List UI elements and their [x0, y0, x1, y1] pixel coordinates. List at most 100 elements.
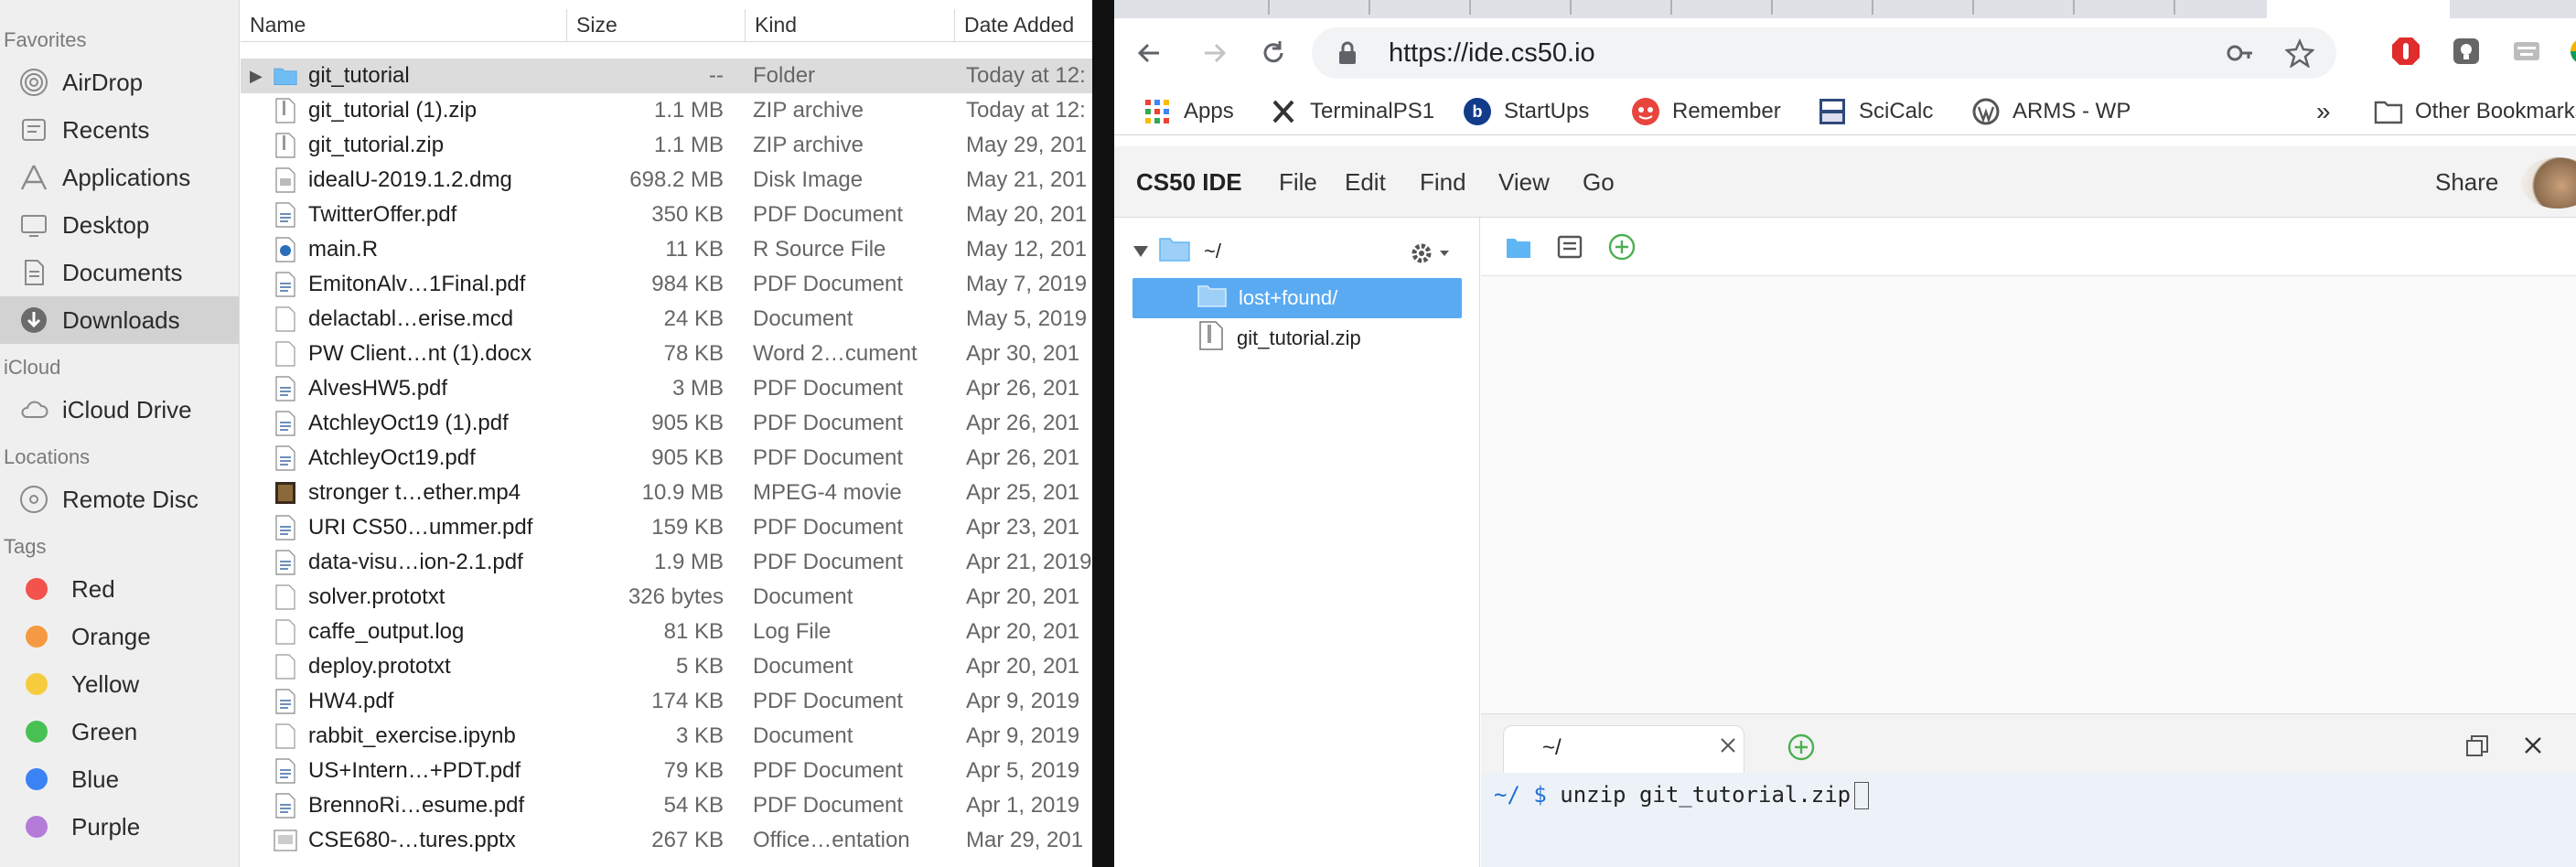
new-file-icon[interactable]: [1556, 234, 1583, 264]
close-icon[interactable]: [1720, 737, 1736, 758]
file-row[interactable]: ▶ git_tutorial -- Folder Today at 12:: [241, 59, 1092, 93]
file-size: 174 KB: [651, 689, 724, 713]
maximize-icon[interactable]: [2465, 734, 2489, 763]
browser-tab[interactable]: [2175, 0, 2276, 15]
menu-edit[interactable]: Edit: [1345, 146, 1386, 218]
file-row[interactable]: CSE680-…tures.pptx 267 KB Office…entation M…: [241, 823, 1092, 858]
file-row[interactable]: stronger t…ether.mp4 10.9 MB MPEG-4 movie A…: [241, 476, 1092, 510]
editor-area[interactable]: [1481, 218, 2576, 713]
browser-tab[interactable]: [1370, 0, 1471, 15]
tree-item-git-tutorial-zip[interactable]: git_tutorial.zip: [1198, 319, 1361, 358]
browser-tab[interactable]: [1270, 0, 1370, 15]
back-button[interactable]: [1129, 33, 1169, 73]
document-icon: [274, 340, 297, 368]
disclosure-triangle-icon[interactable]: ▶: [250, 67, 274, 86]
menu-view[interactable]: View: [1498, 146, 1550, 218]
file-row[interactable]: AtchleyOct19 (1).pdf 905 KB PDF Document Ap…: [241, 406, 1092, 441]
file-row[interactable]: caffe_output.log 81 KB Log File Apr 20, 201: [241, 615, 1092, 649]
disk-image-icon: [274, 166, 297, 194]
sidebar-item-remote-disc[interactable]: Remote Disc: [0, 476, 239, 523]
file-row[interactable]: rabbit_exercise.ipynb 3 KB Document Apr 9, …: [241, 719, 1092, 754]
star-icon[interactable]: [2284, 37, 2315, 72]
file-name-cell: CSE680-…tures.pptx: [241, 827, 567, 854]
sidebar-item-icloud-drive[interactable]: iCloud Drive: [0, 386, 239, 434]
file-row[interactable]: main.R 11 KB R Source File May 12, 201: [241, 232, 1092, 267]
keyboard-extension-icon[interactable]: [2508, 33, 2545, 70]
file-row[interactable]: data-visu…ion-2.1.pdf 1.9 MB PDF Document A…: [241, 545, 1092, 580]
file-row[interactable]: git_tutorial (1).zip 1.1 MB ZIP archive Tod…: [241, 93, 1092, 128]
file-row[interactable]: git_tutorial.zip 1.1 MB ZIP archive May 29,…: [241, 128, 1092, 163]
browser-tab[interactable]: [1471, 0, 1572, 15]
browser-tab[interactable]: [1873, 0, 1974, 15]
sidebar-item-desktop[interactable]: Desktop: [0, 201, 239, 249]
bookmarks-overflow-button[interactable]: »: [2316, 95, 2331, 128]
gear-icon[interactable]: [1409, 240, 1451, 272]
address-bar[interactable]: https://ide.cs50.io: [1312, 27, 2336, 79]
active-tab[interactable]: [2267, 0, 2450, 18]
sidebar-item-airdrop[interactable]: AirDrop: [0, 59, 239, 106]
file-row[interactable]: HW4.pdf 174 KB PDF Document Apr 9, 2019: [241, 684, 1092, 719]
terminal-tab[interactable]: ~/: [1503, 725, 1744, 773]
file-name: deploy.prototxt: [308, 654, 451, 679]
user-avatar[interactable]: [2521, 157, 2576, 209]
file-kind: Document: [753, 654, 853, 679]
file-row[interactable]: solver.prototxt 326 bytes Document Apr 20, …: [241, 580, 1092, 615]
file-row[interactable]: AlvesHW5.pdf 3 MB PDF Document Apr 26, 201: [241, 371, 1092, 406]
column-header-date-added[interactable]: Date Added: [955, 9, 1092, 42]
tag-green[interactable]: Green: [0, 708, 239, 755]
tag-yellow[interactable]: Yellow: [0, 660, 239, 708]
tag-blue[interactable]: Blue: [0, 755, 239, 803]
browser-tab[interactable]: [1773, 0, 1873, 15]
file-row[interactable]: PW Client…nt (1).docx 78 KB Word 2…cument A…: [241, 337, 1092, 371]
tag-red[interactable]: Red: [0, 565, 239, 613]
tag-orange[interactable]: Orange: [0, 613, 239, 660]
key-icon[interactable]: [2227, 40, 2254, 70]
other-bookmarks[interactable]: Other Bookmarks: [2373, 95, 2576, 128]
terminal-body[interactable]: ~/ $ unzip git_tutorial.zip: [1481, 773, 2576, 867]
browser-tab[interactable]: [2075, 0, 2175, 15]
file-row[interactable]: EmitonAlv…1Final.pdf 984 KB PDF Document Ma…: [241, 267, 1092, 302]
sidebar-item-downloads[interactable]: Downloads: [0, 296, 239, 344]
adblock-extension-icon[interactable]: [2388, 33, 2424, 70]
column-header-size[interactable]: Size: [567, 9, 746, 42]
sidebar-item-applications[interactable]: Applications: [0, 154, 239, 201]
tag-purple[interactable]: Purple: [0, 803, 239, 851]
browser-tab[interactable]: [1672, 0, 1773, 15]
new-folder-icon[interactable]: [1505, 236, 1532, 264]
browser-tab[interactable]: [1974, 0, 2075, 15]
file-row[interactable]: US+Intern…+PDT.pdf 79 KB PDF Document Apr 5…: [241, 754, 1092, 788]
column-header-kind[interactable]: Kind: [746, 9, 955, 42]
close-panel-icon[interactable]: [2524, 736, 2542, 759]
add-icon[interactable]: [1607, 232, 1637, 266]
file-row[interactable]: delactabl…erise.mcd 24 KB Document May 5, 2…: [241, 302, 1092, 337]
menu-file[interactable]: File: [1279, 146, 1317, 218]
reload-button[interactable]: [1253, 33, 1293, 73]
bookmark-startups[interactable]: b StartUps: [1462, 95, 1589, 128]
bookmark-arms-wp[interactable]: ARMS - WP: [1970, 95, 2131, 128]
browser-tab[interactable]: [1114, 0, 1270, 15]
sidebar-item-documents[interactable]: Documents: [0, 249, 239, 296]
sidebar-item-recents[interactable]: Recents: [0, 106, 239, 154]
column-header-name[interactable]: Name: [241, 9, 567, 42]
new-terminal-icon[interactable]: [1787, 733, 1816, 766]
tree-root[interactable]: ~/: [1132, 232, 1221, 271]
forward-button[interactable]: [1195, 33, 1235, 73]
browser-tab[interactable]: [1572, 0, 1672, 15]
bookmark-scicalc[interactable]: SciCalc: [1817, 95, 1933, 128]
bookmark-terminalps1[interactable]: TerminalPS1: [1268, 95, 1434, 128]
share-button[interactable]: Share: [2435, 146, 2498, 218]
collapse-triangle-icon[interactable]: [1132, 240, 1149, 263]
lightbulb-extension-icon[interactable]: [2448, 33, 2485, 70]
file-row[interactable]: AtchleyOct19.pdf 905 KB PDF Document Apr 26…: [241, 441, 1092, 476]
bookmark-remember[interactable]: Remember: [1630, 95, 1781, 128]
menu-find[interactable]: Find: [1420, 146, 1466, 218]
tree-item-lost-found[interactable]: lost+found/: [1197, 279, 1337, 317]
file-row[interactable]: BrennoRi…esume.pdf 54 KB PDF Document Apr 1…: [241, 788, 1092, 823]
menu-go[interactable]: Go: [1583, 146, 1615, 218]
file-row[interactable]: deploy.prototxt 5 KB Document Apr 20, 201: [241, 649, 1092, 684]
file-row[interactable]: TwitterOffer.pdf 350 KB PDF Document May 20…: [241, 198, 1092, 232]
file-row[interactable]: URI CS50…ummer.pdf 159 KB PDF Document Apr …: [241, 510, 1092, 545]
bookmark-apps[interactable]: Apps: [1142, 95, 1234, 128]
file-row[interactable]: idealU-2019.1.2.dmg 698.2 MB Disk Image May…: [241, 163, 1092, 198]
colorwheel-extension-icon[interactable]: [2565, 33, 2576, 70]
